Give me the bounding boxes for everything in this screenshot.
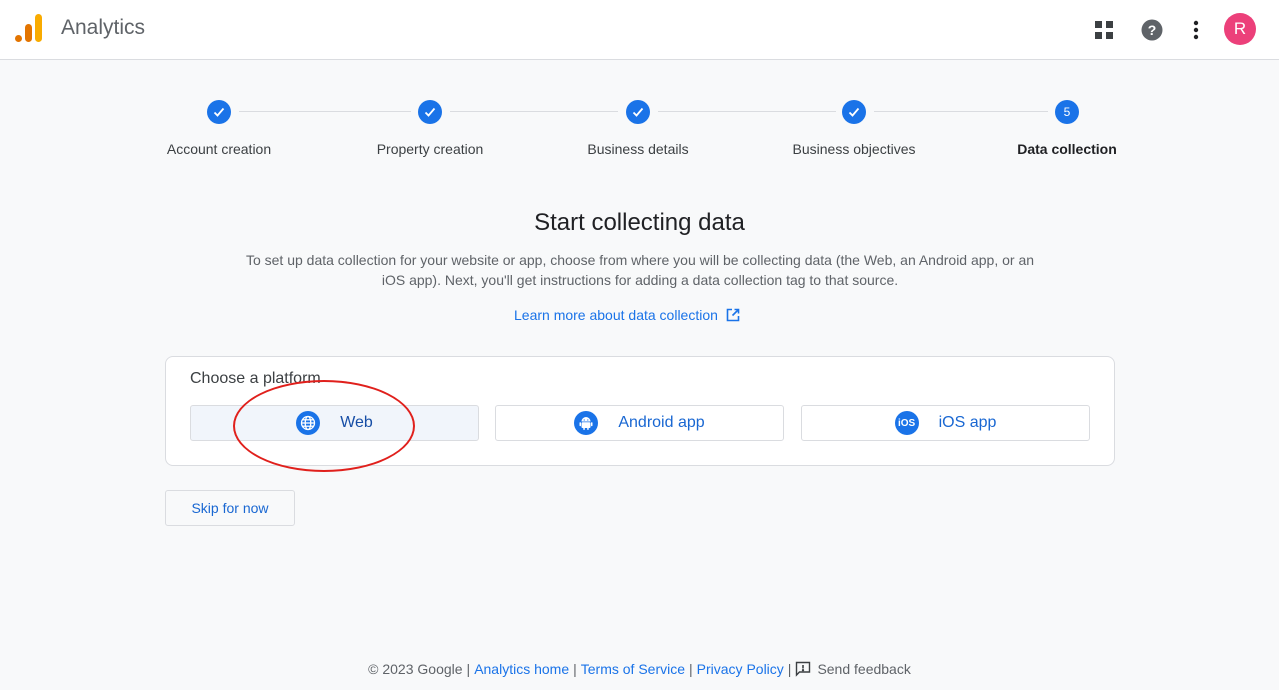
step-done-check-icon [842,100,866,124]
page-heading: Start collecting data [534,209,745,236]
more-vert-icon[interactable] [1180,14,1212,46]
svg-text:?: ? [1148,22,1157,38]
app-title: Analytics [61,16,146,39]
page-description: To set up data collection for your websi… [245,252,1035,288]
platform-card-title: Choose a platform [190,370,321,387]
skip-for-now-button[interactable]: Skip for now [165,490,295,526]
learn-more-link[interactable]: Learn more about data collection [514,307,740,323]
copyright-text: © 2023 Google [368,661,463,677]
account-avatar[interactable]: R [1224,13,1256,45]
step-done-check-icon [207,100,231,124]
step-connector [239,111,411,112]
ios-app-platform-button[interactable]: iOS iOS app [801,405,1090,441]
apps-grid-icon[interactable] [1088,14,1120,46]
learn-more-label: Learn more about data collection [514,307,718,323]
globe-icon [296,411,321,435]
web-platform-button[interactable]: Web [190,405,479,441]
footer-divider: | [787,661,792,677]
top-app-bar: Analytics ? R [0,0,1279,60]
step-connector [450,111,618,112]
footer-divider: | [573,661,577,677]
ios-icon: iOS [894,411,919,435]
step-done-check-icon [418,100,442,124]
help-icon[interactable]: ? [1136,14,1168,46]
android-app-platform-label: Android app [618,414,705,431]
platform-card: Choose a platform Web Android app iOS iO… [165,356,1115,466]
android-app-platform-button[interactable]: Android app [495,405,784,441]
footer-divider: | [689,661,693,677]
page-footer: © 2023 Google | Analytics home | Terms o… [0,661,1279,677]
step-label-business-objectives: Business objectives [792,141,916,157]
analytics-home-link[interactable]: Analytics home [474,661,569,677]
step-done-check-icon [626,100,650,124]
privacy-policy-link[interactable]: Privacy Policy [697,661,784,677]
feedback-icon [796,661,811,677]
step-connector [658,111,836,112]
step-number-badge: 5 [1055,100,1079,124]
analytics-logo-icon[interactable] [14,13,44,43]
step-connector [874,111,1048,112]
footer-divider: | [466,661,471,677]
web-platform-label: Web [340,414,373,431]
open-in-new-icon [726,308,740,322]
step-label-account-creation: Account creation [166,141,272,157]
ios-app-platform-label: iOS app [938,414,997,431]
android-icon [574,411,599,435]
send-feedback-button[interactable]: Send feedback [795,661,911,677]
step-label-data-collection: Data collection [1017,141,1117,157]
send-feedback-label: Send feedback [817,661,911,677]
step-label-business-details: Business details [587,141,689,157]
step-label-property-creation: Property creation [376,141,484,157]
terms-of-service-link[interactable]: Terms of Service [581,661,685,677]
